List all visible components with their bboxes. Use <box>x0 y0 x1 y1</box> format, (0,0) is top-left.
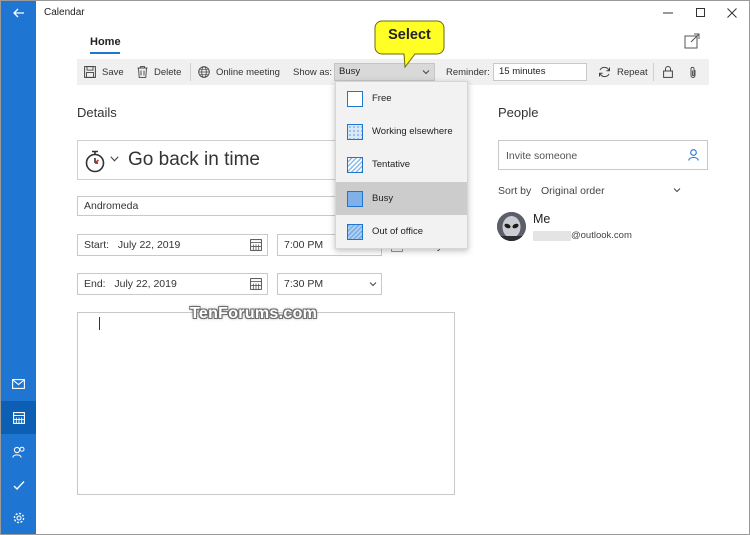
avatar <box>497 212 526 241</box>
attach-button[interactable] <box>689 59 703 85</box>
nav-todo-button[interactable] <box>1 468 36 501</box>
free-swatch-icon <box>347 90 363 107</box>
close-button[interactable] <box>714 1 749 25</box>
attendee-email: @outlook.com <box>571 230 632 241</box>
option-label: Out of office <box>372 226 424 237</box>
start-time-value: 7:00 PM <box>284 239 324 251</box>
calendar-window: Calendar Home Save Delete Online meeting… <box>0 0 750 535</box>
alien-avatar-icon <box>497 212 526 241</box>
end-label: End: <box>84 278 112 290</box>
location-value: Andromeda <box>84 200 139 212</box>
delete-label: Delete <box>154 66 182 78</box>
chevron-down-icon[interactable] <box>110 156 119 162</box>
sort-by-select[interactable]: Original order <box>541 185 605 197</box>
globe-icon <box>198 66 210 78</box>
option-label: Busy <box>372 193 394 204</box>
show-as-option-busy[interactable]: Busy <box>336 182 467 215</box>
start-label: Start: <box>84 239 115 251</box>
lock-icon <box>663 66 673 78</box>
event-title-field[interactable]: Go back in time <box>77 140 377 180</box>
reminder-value: 15 minutes <box>499 66 546 77</box>
close-icon <box>727 8 737 18</box>
end-time-value: 7:30 PM <box>284 278 324 290</box>
show-as-option-tentative[interactable]: Tentative <box>336 148 467 181</box>
location-field[interactable]: Andromeda <box>77 196 377 216</box>
event-title-text: Go back in time <box>128 149 260 170</box>
gear-icon <box>13 512 24 523</box>
back-arrow-icon <box>12 8 24 18</box>
maximize-icon <box>696 8 705 17</box>
details-heading: Details <box>77 105 117 120</box>
show-as-label: Show as: <box>293 66 333 78</box>
busy-swatch-icon <box>347 190 363 207</box>
invite-input[interactable]: Invite someone <box>498 140 708 170</box>
calendar-picker-icon[interactable] <box>250 278 262 290</box>
calendar-icon <box>12 411 25 424</box>
watermark: TenForums.com <box>190 305 318 322</box>
end-date-value: July 22, 2019 <box>114 278 177 290</box>
nav-calendar-button[interactable] <box>1 401 36 434</box>
popout-icon[interactable] <box>684 33 700 49</box>
online-meeting-label: Online meeting <box>216 66 280 78</box>
tentative-swatch-icon <box>347 156 363 173</box>
repeat-label: Repeat <box>617 66 648 78</box>
option-label: Tentative <box>372 159 411 170</box>
stopwatch-icon[interactable] <box>84 149 106 173</box>
end-date-field[interactable]: End: July 22, 2019 <box>77 273 268 295</box>
callout-text: Select <box>388 27 431 43</box>
attendee-name: Me <box>533 212 551 226</box>
repeat-icon <box>599 66 610 78</box>
toolbar-divider <box>653 63 654 81</box>
show-as-option-out-of-office[interactable]: Out of office <box>336 215 467 248</box>
mail-icon <box>12 378 25 389</box>
window-title: Calendar <box>44 7 85 18</box>
calendar-picker-icon[interactable] <box>250 239 262 251</box>
start-date-value: July 22, 2019 <box>117 239 181 251</box>
private-button[interactable] <box>663 59 679 85</box>
option-label: Working elsewhere <box>372 126 453 137</box>
nav-mail-button[interactable] <box>1 367 36 400</box>
show-as-option-working-elsewhere[interactable]: Working elsewhere <box>336 115 467 148</box>
repeat-button[interactable]: Repeat <box>598 59 648 85</box>
chevron-down-icon <box>369 282 377 287</box>
delete-button[interactable]: Delete <box>137 59 181 85</box>
save-icon <box>84 66 96 78</box>
show-as-dropdown: Free Working elsewhere Tentative Busy Ou… <box>335 81 468 249</box>
minimize-icon <box>663 12 673 14</box>
online-meeting-button[interactable]: Online meeting <box>198 59 280 85</box>
people-heading: People <box>498 105 539 120</box>
end-time-field[interactable]: 7:30 PM <box>277 273 382 295</box>
sort-by-label: Sort by <box>498 185 532 197</box>
out-of-office-swatch-icon <box>347 223 363 240</box>
start-date-field[interactable]: Start: July 22, 2019 <box>77 234 268 256</box>
redacted-email-part <box>533 231 571 241</box>
people-icon <box>11 446 24 458</box>
nav-settings-button[interactable] <box>1 501 36 534</box>
checkmark-icon <box>13 480 25 490</box>
save-button[interactable]: Save <box>84 59 124 85</box>
chevron-down-icon[interactable] <box>673 186 681 194</box>
tab-home-indicator <box>90 52 120 54</box>
back-button[interactable] <box>1 1 36 25</box>
tab-home[interactable]: Home <box>90 36 121 48</box>
event-notes-editor[interactable] <box>77 312 455 495</box>
nav-rail <box>1 1 36 534</box>
trash-icon <box>137 66 148 78</box>
save-label: Save <box>102 66 124 78</box>
working-elsewhere-swatch-icon <box>347 123 363 140</box>
minimize-button[interactable] <box>650 1 686 25</box>
show-as-value: Busy <box>339 66 361 77</box>
reminder-select[interactable]: 15 minutes <box>493 63 587 81</box>
option-label: Free <box>372 93 392 104</box>
nav-people-button[interactable] <box>1 435 36 468</box>
person-icon[interactable] <box>688 149 699 161</box>
paperclip-icon <box>690 66 696 78</box>
invite-placeholder: Invite someone <box>506 150 578 162</box>
toolbar-divider <box>190 63 191 81</box>
show-as-option-free[interactable]: Free <box>336 82 467 115</box>
text-caret <box>99 317 100 330</box>
